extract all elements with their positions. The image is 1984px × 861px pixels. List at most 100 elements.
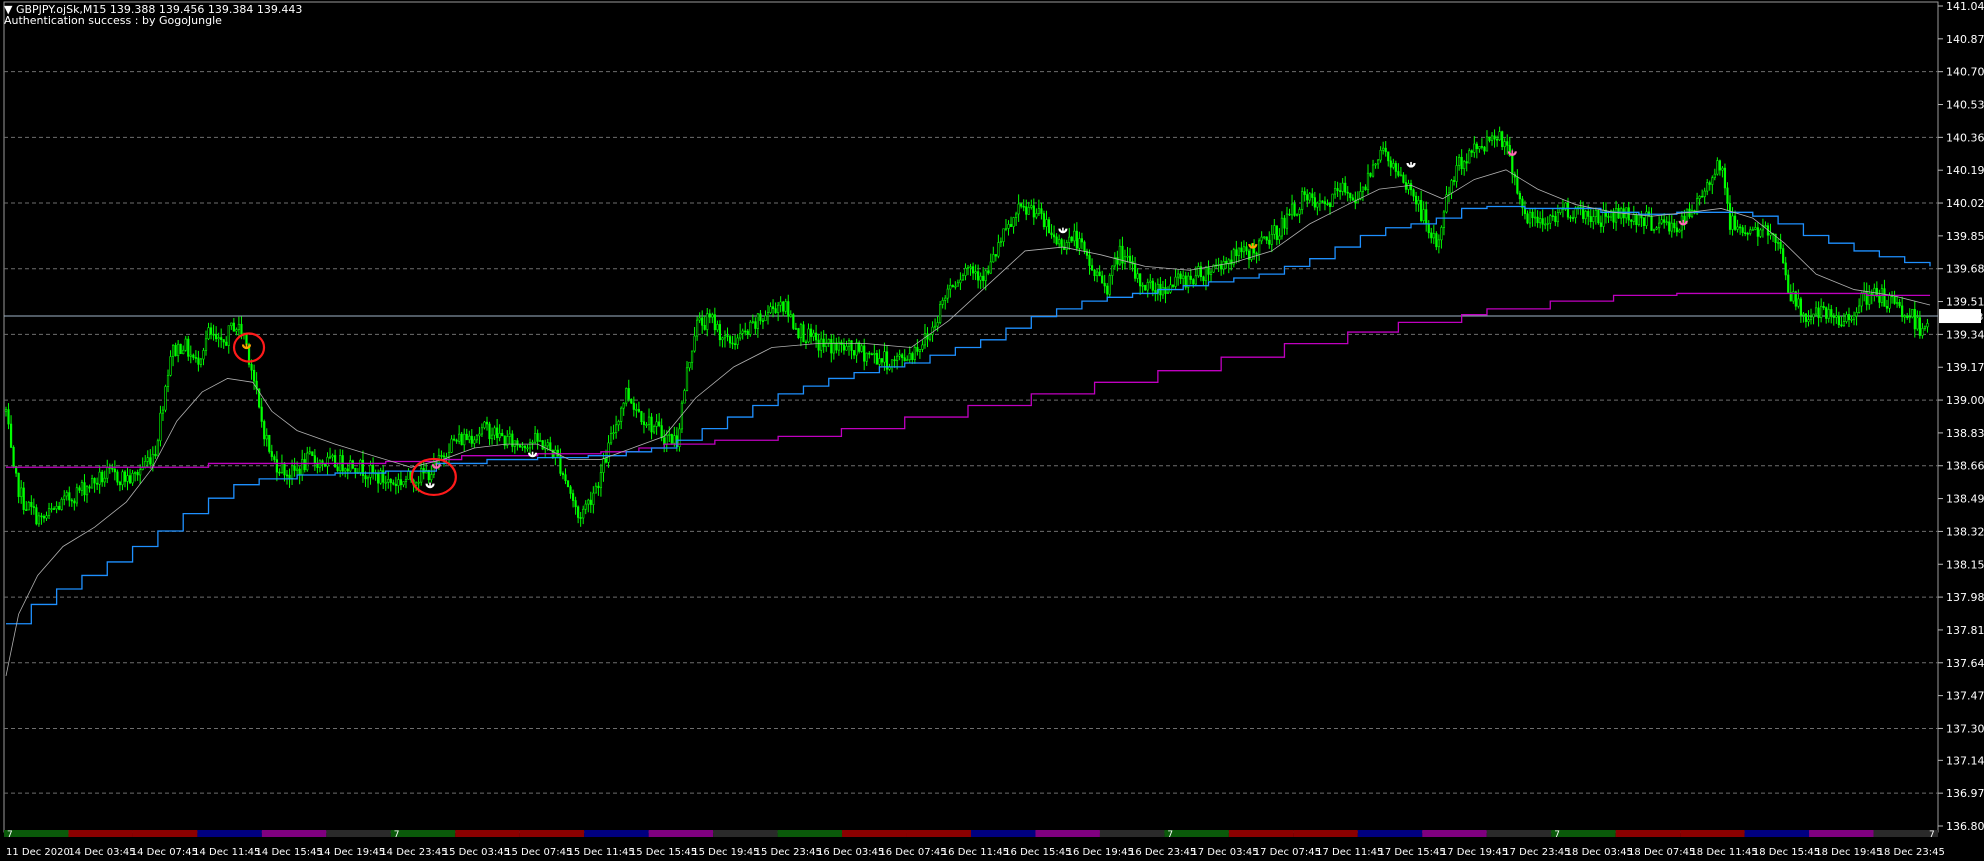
session-segment — [261, 830, 327, 837]
candle-body — [1817, 307, 1820, 319]
candle-body — [875, 353, 878, 365]
session-segment — [777, 830, 843, 837]
candle-body — [1635, 214, 1638, 225]
candle-body — [1323, 201, 1327, 205]
candle-body — [496, 427, 499, 439]
candle-body — [832, 342, 835, 354]
candle-body — [318, 460, 322, 468]
candle-body — [480, 427, 484, 435]
candle-body — [1825, 307, 1828, 319]
session-segment — [713, 830, 778, 837]
candle-body — [1835, 315, 1838, 318]
candle-body — [308, 451, 311, 454]
candle-body — [587, 499, 590, 505]
candle-body — [1118, 245, 1121, 265]
candle-body — [1141, 284, 1144, 287]
candle-body — [1037, 208, 1040, 214]
candle-body — [880, 358, 884, 363]
candle-body — [447, 451, 451, 458]
candle-body — [559, 455, 562, 474]
candle-body — [1668, 221, 1671, 232]
candle-body — [1533, 216, 1537, 219]
candle-body — [85, 486, 89, 496]
candle-body — [913, 347, 916, 360]
candle-body — [1650, 215, 1653, 231]
candle-body — [1047, 219, 1051, 234]
candle-body — [728, 336, 732, 344]
candle-body — [1480, 146, 1484, 148]
candle-body — [1283, 217, 1286, 229]
candle-body — [164, 386, 167, 411]
candle-body — [1427, 223, 1430, 234]
candle-body — [903, 357, 906, 362]
candle-body — [126, 475, 129, 482]
candle-body — [1384, 147, 1387, 153]
candle-body — [1169, 284, 1172, 293]
candle-body — [171, 344, 175, 357]
candle-body — [1382, 147, 1385, 151]
candle-body — [1025, 206, 1028, 215]
candle-body — [860, 345, 863, 352]
candle-body — [688, 361, 691, 369]
candle-body — [1139, 273, 1142, 287]
candle-body — [1516, 176, 1519, 194]
candle-body — [1237, 247, 1240, 257]
x-tick-label: 14 Dec 07:45 — [131, 847, 198, 858]
candle-body — [134, 471, 137, 474]
candle-body — [1895, 302, 1899, 304]
candle-body — [227, 325, 230, 346]
x-tick-label: 18 Dec 23:45 — [1878, 847, 1945, 858]
candle-body — [1430, 232, 1433, 239]
candle-body — [326, 456, 329, 467]
candle-body — [1040, 208, 1043, 214]
candle-body — [75, 487, 78, 504]
candle-body — [123, 471, 127, 482]
candle-body — [42, 516, 46, 519]
candle-body — [301, 459, 304, 475]
candle-body — [888, 366, 891, 370]
candle-body — [169, 356, 172, 376]
candle-body — [25, 509, 28, 511]
candle-body — [189, 354, 192, 357]
candle-body — [1331, 193, 1334, 207]
y-tick-label: 136.973 — [1946, 787, 1984, 800]
candle-body — [928, 334, 932, 340]
candle-body — [296, 468, 299, 471]
candle-body — [1769, 233, 1772, 236]
candle-body — [177, 343, 180, 357]
candle-body — [331, 455, 334, 458]
candle-body — [1326, 203, 1329, 206]
candle-body — [637, 409, 640, 412]
candle-body — [298, 468, 301, 475]
candle-body — [1496, 138, 1499, 141]
candle-body — [1569, 216, 1572, 219]
candle-body — [452, 438, 456, 441]
session-segment — [1486, 830, 1552, 837]
candle-body — [204, 338, 208, 351]
candle-body — [1161, 287, 1165, 296]
candle-body — [1716, 160, 1719, 175]
price-chart[interactable]: 141.048 140.878 140.708 140.538 140.368 140.1… — [0, 0, 1984, 861]
candle-body — [842, 344, 846, 351]
candle-body — [220, 337, 223, 340]
candle-body — [1526, 213, 1529, 224]
candle-body — [1080, 238, 1084, 243]
candle-body — [660, 425, 663, 439]
candle-body — [863, 345, 866, 362]
candle-body — [511, 433, 514, 447]
candle-body — [430, 474, 433, 481]
candle-body — [485, 421, 489, 425]
candle-body — [1065, 242, 1068, 250]
candle-body — [1642, 217, 1646, 227]
candle-body — [556, 449, 559, 457]
candle-body — [777, 304, 780, 313]
candle-body — [749, 321, 752, 335]
x-tick-label: 17 Dec 23:45 — [1503, 847, 1570, 858]
candle-body — [883, 351, 886, 363]
candle-body — [1123, 256, 1127, 264]
candle-body — [579, 517, 582, 519]
y-tick-label: 140.878 — [1946, 33, 1984, 46]
candle-body — [263, 421, 266, 440]
candle-body — [994, 254, 997, 257]
candle-body — [270, 451, 273, 457]
